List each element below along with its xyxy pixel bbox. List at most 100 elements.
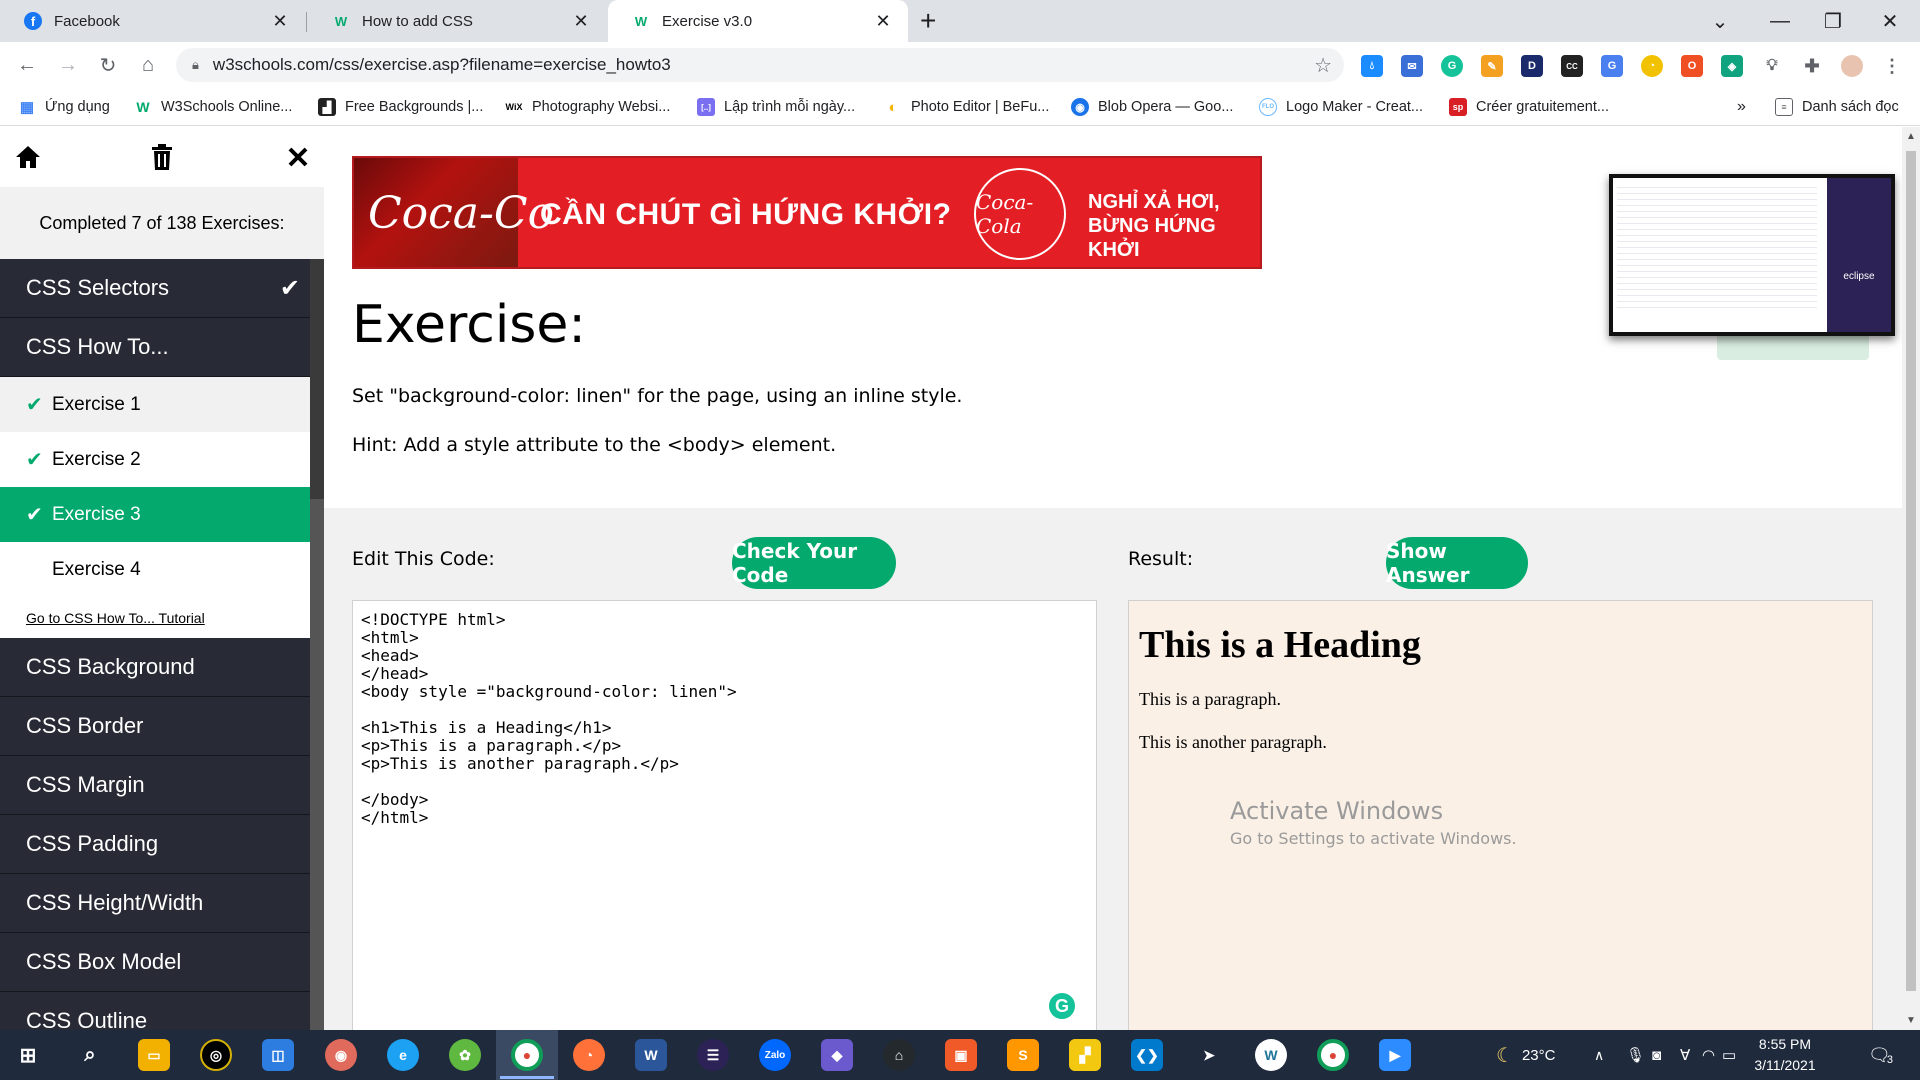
exercise-item-1[interactable]: ✔ Exercise 1 [0,377,310,432]
tab-exercise[interactable]: W Exercise v3.0 ✕ [608,0,908,42]
tab-how-to-add-css[interactable]: W How to add CSS ✕ [308,0,606,42]
page-scrollbar[interactable]: ▲ ▼ [1902,127,1920,1030]
bookmark-blob-opera[interactable]: ◉ Blob Opera — Goo... [1071,96,1233,118]
video-thumbnail[interactable]: eclipse [1609,174,1895,336]
sidebar-item-css-selectors[interactable]: CSS Selectors ✔ [0,259,310,318]
maximize-icon[interactable]: ❐ [1803,0,1863,42]
show-answer-button[interactable]: Show Answer [1386,537,1528,589]
app-orange-icon[interactable]: ▣ [945,1039,977,1071]
camera-icon[interactable]: ◙ [1652,1030,1661,1080]
sidebar-item-css-outline[interactable]: CSS Outline [0,992,310,1030]
tray-chevron-icon[interactable]: ∧ [1594,1030,1604,1080]
extension-drop-icon[interactable]: 💧︎ [1361,55,1383,77]
close-icon[interactable]: ✕ [269,11,291,32]
eclipse-icon[interactable]: ☰ [697,1039,729,1071]
system-clock[interactable]: 8:55 PM 3/11/2021 [1740,1034,1830,1076]
notification-center[interactable]: 🗨︎ 3 [1868,1030,1893,1080]
back-icon[interactable]: ← [12,50,42,80]
grammarly-icon[interactable]: G [1047,991,1077,1021]
exercise-item-2[interactable]: ✔ Exercise 2 [0,432,310,487]
bookmarks-overflow[interactable]: » [1737,96,1746,118]
sidebar-scrollbar-thumb[interactable] [310,259,324,499]
new-tab-button[interactable]: + [920,6,936,36]
code-editor[interactable]: <!DOCTYPE html> <html> <head> </head> <body … [352,600,1097,1030]
app-pink-icon[interactable]: ◉ [325,1039,357,1071]
office-extension-icon[interactable]: O [1681,55,1703,77]
app-circle-icon[interactable]: ◎ [200,1039,232,1071]
search-icon[interactable]: ⌕ [74,1039,106,1071]
home-icon[interactable]: ⌂ [133,50,163,80]
minimize-icon[interactable]: — [1750,0,1810,42]
app-blue-icon[interactable]: ◫ [262,1039,294,1071]
wifi-icon[interactable]: ◠ [1702,1030,1715,1080]
forward-icon[interactable]: → [53,50,83,80]
sidebar-item-css-padding[interactable]: CSS Padding [0,815,310,874]
translate-extension-icon[interactable]: G [1601,55,1623,77]
sublime-icon[interactable]: S [1007,1039,1039,1071]
tab-facebook[interactable]: f Facebook ✕ [0,0,305,42]
trash-icon[interactable] [146,141,178,173]
weather-widget[interactable]: ☾ 23°C [1496,1030,1555,1080]
bookmark-photo-editor[interactable]: ◐ Photo Editor | BeFu... [884,96,1049,118]
sidebar-item-css-height-width[interactable]: CSS Height/Width [0,874,310,933]
chrome-profile-icon[interactable]: ● [1317,1039,1349,1071]
close-icon[interactable] [282,141,314,173]
bookmark-apps[interactable]: ▦ Ứng dụng [18,96,110,118]
window-close-icon[interactable]: ✕ [1860,0,1920,42]
extension-mail-icon[interactable]: ✉ [1401,55,1423,77]
lightbulb-icon[interactable]: 💡︎ [1761,55,1783,77]
zoom-icon[interactable]: ▶ [1379,1039,1411,1071]
zalo-icon[interactable]: Zalo [759,1039,791,1071]
reading-list[interactable]: ≡ Danh sách đọc [1775,96,1899,118]
extension-seek-icon[interactable]: CC [1561,55,1583,77]
close-icon[interactable]: ✕ [872,11,894,32]
home-icon[interactable] [12,141,44,173]
vpn-icon[interactable]: ∀ [1680,1030,1690,1080]
microphone-icon[interactable]: 🎙︎ [1626,1030,1645,1080]
bookmark-star-icon[interactable]: ☆ [1314,53,1332,78]
firefox-icon[interactable]: ◔ [573,1039,605,1071]
app-green-icon[interactable]: ✿ [449,1039,481,1071]
bookmark-lap-trinh[interactable]: [..] Lập trình mỗi ngày... [697,96,855,118]
lock-icon[interactable]: 🔒︎ [192,57,199,73]
address-bar[interactable]: 🔒︎ w3schools.com/css/exercise.asp?filena… [176,48,1344,82]
github-icon[interactable]: ⌂ [883,1039,915,1071]
vscode-icon[interactable]: ❮❯ [1131,1039,1163,1071]
file-explorer-icon[interactable]: ▭ [138,1039,170,1071]
tab-search-icon[interactable]: ⌄ [1690,0,1750,42]
bookmark-logo-maker[interactable]: FLO Logo Maker - Creat... [1259,96,1423,118]
close-icon[interactable]: ✕ [570,11,592,32]
app-diamond-icon[interactable]: ◆ [821,1039,853,1071]
sidebar-item-css-box-model[interactable]: CSS Box Model [0,933,310,992]
exercise-item-4[interactable]: Exercise 4 [0,542,310,597]
bookmark-free-backgrounds[interactable]: ▟ Free Backgrounds |... [318,96,483,118]
extension-speed-icon[interactable]: ◔ [1641,55,1663,77]
sidebar-item-css-margin[interactable]: CSS Margin [0,756,310,815]
sidebar-item-css-background[interactable]: CSS Background [0,638,310,697]
bookmark-photography[interactable]: WiX Photography Websi... [505,96,671,118]
advertisement-banner[interactable]: Coca-Co CẦN CHÚT GÌ HỨNG KHỞI? Coca-Cola… [352,156,1262,269]
tutorial-link[interactable]: Go to CSS How To... Tutorial [0,597,310,638]
page-scrollbar-thumb[interactable] [1906,151,1916,991]
pointer-app-icon[interactable]: ➤ [1193,1039,1225,1071]
exercise-item-3[interactable]: ✔ Exercise 3 [0,487,310,542]
app-yellow-icon[interactable]: ▞ [1069,1039,1101,1071]
wordpress-icon[interactable]: W [1255,1039,1287,1071]
extension-d-icon[interactable]: D [1521,55,1543,77]
scroll-up-icon[interactable]: ▲ [1902,131,1920,142]
scroll-down-icon[interactable]: ▼ [1902,1015,1920,1026]
extension-pin-icon[interactable]: ✎ [1481,55,1503,77]
sidebar-item-css-border[interactable]: CSS Border [0,697,310,756]
word-icon[interactable]: W [635,1039,667,1071]
bookmark-creer[interactable]: sp Créer gratuitement... [1449,96,1609,118]
puzzle-icon[interactable]: ✚ [1801,55,1823,77]
reload-icon[interactable]: ↻ [93,50,123,80]
grammarly-extension-icon[interactable]: G [1441,55,1463,77]
check-code-button[interactable]: Check Your Code [732,537,896,589]
profile-avatar-icon[interactable] [1841,55,1863,77]
battery-icon[interactable]: ▭ [1722,1030,1736,1080]
sidebar-item-css-how-to[interactable]: CSS How To... [0,318,310,377]
edge-icon[interactable]: e [387,1039,419,1071]
bookmark-w3schools[interactable]: W W3Schools Online... [134,96,292,118]
more-menu-icon[interactable]: ⋮ [1881,55,1903,77]
